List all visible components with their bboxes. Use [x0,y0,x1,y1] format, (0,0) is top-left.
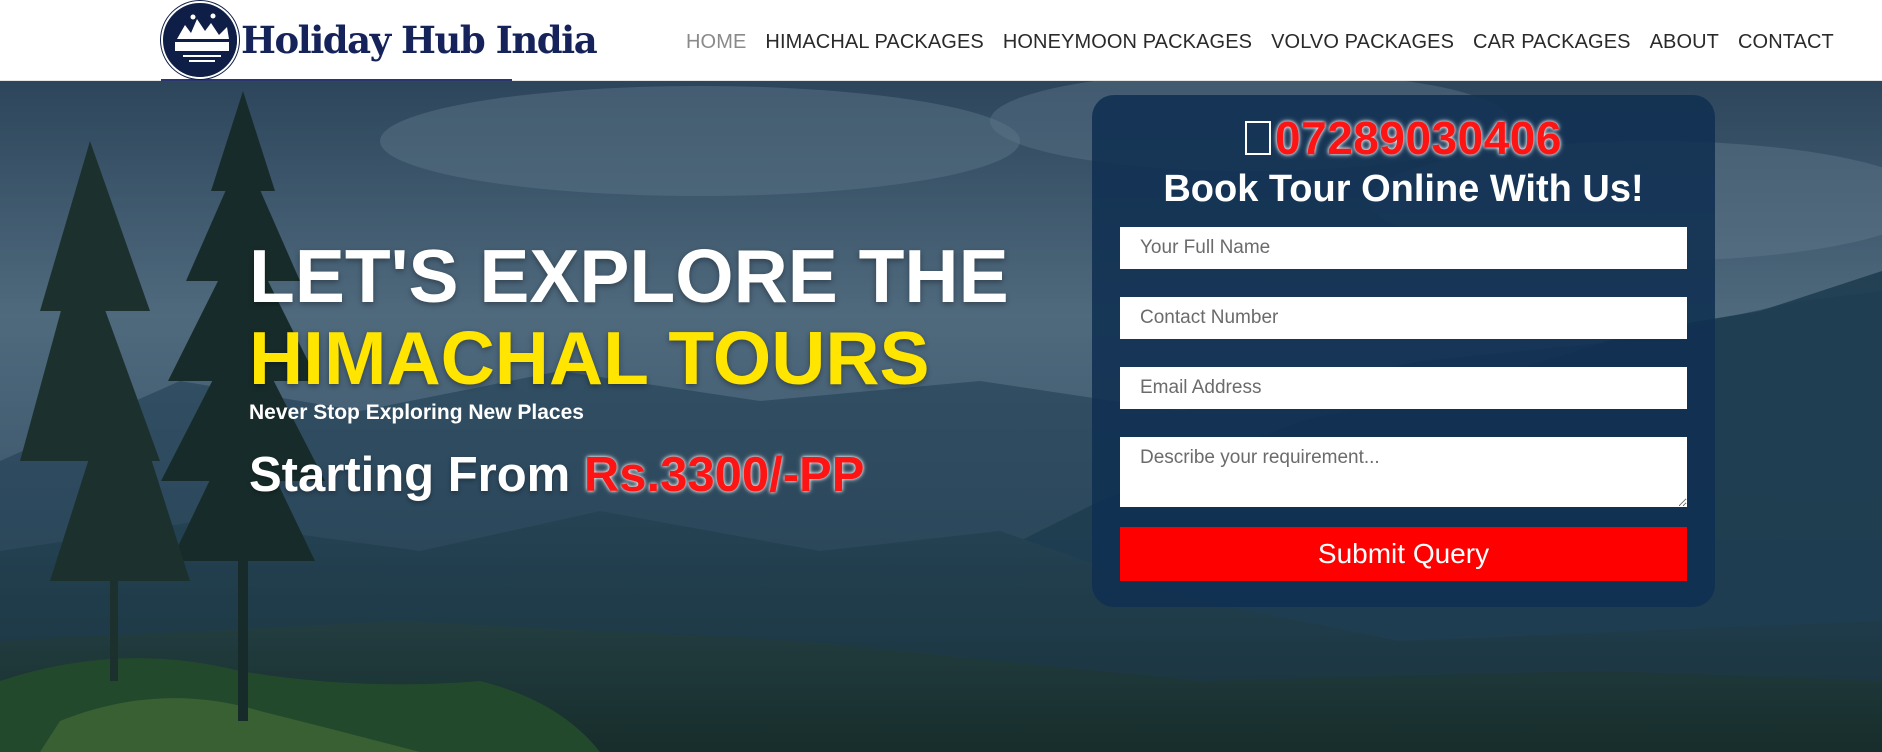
hero-headline-line1: LET'S EXPLORE THE [249,234,1009,318]
phone-number-link[interactable]: 07289030406 [1275,111,1562,165]
email-input[interactable] [1120,367,1687,409]
form-title: Book Tour Online With Us! [1163,168,1644,210]
hero-section: LET'S EXPLORE THE HIMACHAL TOURS Never S… [0,81,1882,752]
price-prefix: Starting From [249,448,584,502]
site-logo[interactable]: Holiday Hub India [161,0,598,81]
phone-row: 07289030406 [1120,111,1687,165]
nav-item-volvo-packages[interactable]: VOLVO PACKAGES [1271,31,1454,54]
brand-name: Holiday Hub India [241,17,598,62]
hero-headline-line2: HIMACHAL TOURS [249,316,930,400]
contact-number-input[interactable] [1120,297,1687,339]
booking-form: 07289030406 Book Tour Online With Us! Su… [1092,95,1715,607]
price-value: Rs.3300/-PP [583,448,865,502]
full-name-input[interactable] [1120,227,1687,269]
nav-item-car-packages[interactable]: CAR PACKAGES [1473,31,1631,54]
nav-item-contact[interactable]: CONTACT [1738,31,1834,54]
main-nav: HOME HIMACHAL PACKAGES HONEYMOON PACKAGE… [686,31,1834,54]
hero-price-line: Starting From Rs.3300/-PP [249,447,1009,503]
hero-text-block: LET'S EXPLORE THE HIMACHAL TOURS Never S… [249,235,1009,503]
nav-item-himachal-packages[interactable]: HIMACHAL PACKAGES [765,31,983,54]
site-header: Holiday Hub India HOME HIMACHAL PACKAGES… [0,0,1882,81]
nav-item-honeymoon-packages[interactable]: HONEYMOON PACKAGES [1003,31,1252,54]
logo-emblem-icon [161,0,239,79]
nav-item-about[interactable]: ABOUT [1650,31,1719,54]
nav-item-home[interactable]: HOME [686,31,746,54]
submit-query-button[interactable]: Submit Query [1120,527,1687,581]
phone-icon [1245,121,1272,155]
requirement-textarea[interactable] [1120,437,1687,507]
hero-tagline: Never Stop Exploring New Places [249,401,584,424]
